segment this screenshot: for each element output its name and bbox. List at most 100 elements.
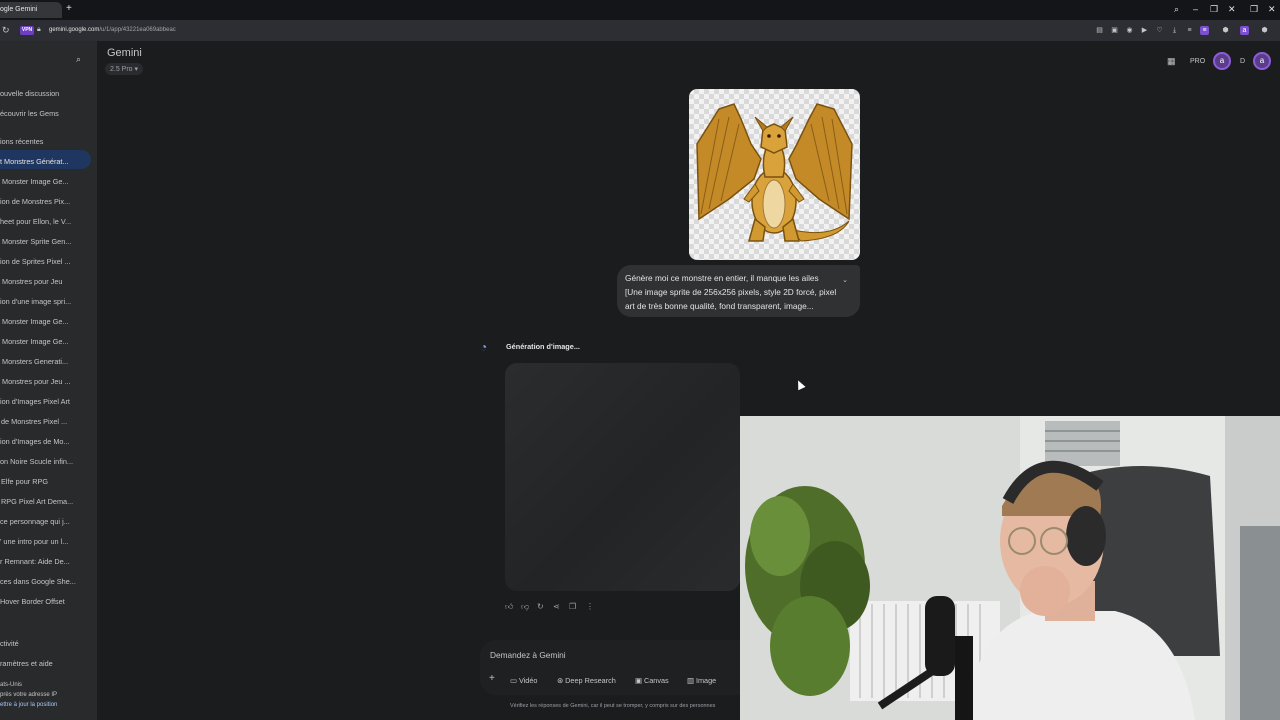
- image-placeholder: [505, 363, 740, 591]
- app-title: Gemini: [107, 47, 142, 59]
- model-selector[interactable]: 2.5 Pro ▾: [105, 63, 144, 75]
- sidebar-discover-gems[interactable]: écouvrir les Gems: [0, 109, 59, 118]
- pro-badge: PRO: [1190, 58, 1206, 65]
- tool-deep-research-label: Deep Research: [565, 676, 616, 685]
- menu-icon[interactable]: ≡: [1185, 26, 1194, 35]
- url-host: gemini.google.com: [49, 27, 100, 33]
- browser-tab-title: ogle Gemini: [0, 6, 38, 13]
- thumbs-down-icon[interactable]: 👎︎: [521, 602, 529, 612]
- url-path: /u/1/app/43221ea069abbeac: [99, 27, 176, 33]
- sidebar-item[interactable]: Hover Border Offset: [0, 597, 65, 606]
- sidebar-item[interactable]: ion de Sprites Pixel ...: [0, 257, 71, 266]
- copy-icon[interactable]: ❐: [569, 602, 576, 611]
- image-icon: ▥: [687, 676, 694, 685]
- tool-image-button[interactable]: ▥ Image: [687, 676, 716, 685]
- expand-chevron-icon[interactable]: ⌄: [842, 274, 848, 288]
- avatar[interactable]: a: [1213, 52, 1231, 70]
- sidebar-item[interactable]: ion d'Images de Mo...: [0, 437, 70, 446]
- browser-tab[interactable]: ogle Gemini: [0, 2, 62, 18]
- sidebar-item[interactable]: Monster Image Ge...: [2, 177, 69, 186]
- add-icon[interactable]: +: [489, 673, 495, 684]
- sidebar-item[interactable]: on Noire Scucle infin...: [0, 457, 73, 466]
- sidebar-item[interactable]: RPG Pixel Art Dema...: [1, 497, 73, 506]
- url-field[interactable]: gemini.google.com/u/1/app/43221ea069abbe…: [49, 27, 176, 33]
- location-update-link[interactable]: ettre à jour la position: [0, 702, 57, 708]
- restore-icon[interactable]: ❐: [1210, 4, 1218, 14]
- sidebar-item[interactable]: t Monstres Générat...: [0, 157, 69, 166]
- sidebar-item[interactable]: r Remnant: Aide De...: [0, 557, 70, 566]
- restore-icon-2[interactable]: ❐: [1250, 4, 1258, 14]
- sidebar-item[interactable]: Monstres pour Jeu ...: [2, 377, 71, 386]
- dragon-image: [696, 103, 853, 242]
- tool-canvas-label: Canvas: [643, 676, 669, 685]
- sidebar-item[interactable]: ' une intro pour un l...: [0, 537, 68, 546]
- tool-video-label: Vidéo: [518, 676, 538, 685]
- webcam-picture: [740, 416, 1280, 720]
- extension-icon[interactable]: ≡: [1200, 26, 1209, 35]
- sidebar-item[interactable]: Monster Image Ge...: [2, 337, 69, 346]
- share-icon[interactable]: ⋖: [553, 602, 560, 611]
- sidebar-item[interactable]: ion de Monstres Pix...: [0, 197, 70, 206]
- reader-icon[interactable]: ▤: [1095, 26, 1104, 35]
- camera-icon[interactable]: ◉: [1125, 26, 1134, 35]
- minimize-icon[interactable]: –: [1193, 4, 1198, 14]
- user-message: Génère moi ce monstre en entier, il manq…: [617, 265, 860, 317]
- webcam-overlay: [740, 416, 1280, 720]
- sidebar-item[interactable]: ces dans Google She...: [0, 577, 76, 586]
- canvas-icon: ▣: [635, 676, 642, 685]
- vpn-badge[interactable]: VPN: [20, 26, 34, 35]
- gemini-spinner-icon: ◔: [480, 340, 488, 354]
- sidebar-item[interactable]: heet pour Ellon, le V...: [0, 217, 71, 226]
- sidebar-item[interactable]: ion d'une image spri...: [0, 297, 71, 306]
- reload-icon[interactable]: ↻: [2, 25, 10, 36]
- play-icon[interactable]: ▶: [1140, 26, 1149, 35]
- sidebar-new-chat[interactable]: ouvelle discussion: [0, 89, 59, 98]
- prompt-input[interactable]: Demandez à Gemini + ▭ Vidéo ⊛ Deep Resea…: [480, 640, 740, 695]
- more-icon[interactable]: ⋮: [586, 602, 594, 611]
- sidebar-settings[interactable]: ramètres et aide: [0, 659, 53, 668]
- profile-icon[interactable]: a: [1240, 26, 1249, 35]
- attached-image[interactable]: [689, 89, 860, 260]
- gift-icon[interactable]: ▦: [1167, 56, 1176, 67]
- sidebar-item[interactable]: Monster Image Ge...: [2, 317, 69, 326]
- heart-icon[interactable]: ♡: [1155, 26, 1164, 35]
- extra-label: D: [1240, 58, 1246, 65]
- sidebar-item[interactable]: ce personnage qui j...: [0, 517, 70, 526]
- sidebar-recent-header: ions récentes: [0, 137, 44, 146]
- shield-icon[interactable]: ⬢: [1221, 26, 1230, 35]
- location-name: ats-Unis: [0, 682, 23, 688]
- tool-canvas-button[interactable]: ▣ Canvas: [635, 676, 669, 685]
- settings-icon[interactable]: ⬢: [1260, 26, 1269, 35]
- regenerate-icon[interactable]: ↻: [537, 602, 544, 611]
- lock-icon[interactable]: 🔒︎: [37, 26, 41, 34]
- search-icon[interactable]: ⌕: [76, 54, 81, 65]
- user-message-line: art de très bonne qualité, fond transpar…: [625, 301, 814, 311]
- location-ip: près votre adresse IP: [0, 692, 58, 698]
- sidebar-item[interactable]: Elfe pour RPG: [1, 477, 48, 486]
- tool-video-button[interactable]: ▭ Vidéo: [510, 676, 537, 685]
- tool-deep-research-button[interactable]: ⊛ Deep Research: [557, 676, 616, 685]
- close-icon[interactable]: ✕: [1268, 4, 1276, 14]
- deep-research-icon: ⊛: [557, 676, 564, 685]
- sidebar-item[interactable]: Monstres pour Jeu: [2, 277, 62, 286]
- search-tabs-icon[interactable]: ⌕: [1174, 4, 1179, 14]
- video-icon: ▭: [510, 676, 517, 685]
- sidebar: ⌕ ouvelle discussion écouvrir les Gems i…: [0, 41, 97, 720]
- sidebar-item[interactable]: ion d'Images Pixel Art: [0, 397, 70, 406]
- close-window-icon[interactable]: ✕: [1228, 4, 1236, 14]
- new-tab-icon[interactable]: +: [66, 4, 76, 14]
- sidebar-item[interactable]: Monster Sprite Gen...: [2, 237, 71, 246]
- tab-icon[interactable]: ▣: [1110, 26, 1119, 35]
- disclaimer: Vérifiez les réponses de Gemini, car il …: [510, 703, 716, 709]
- user-message-line: Génère moi ce monstre en entier, il manq…: [625, 273, 819, 283]
- user-message-line: [Une image sprite de 256x256 pixels, sty…: [625, 287, 837, 297]
- sidebar-item[interactable]: Monsters Generati...: [2, 357, 68, 366]
- download-icon[interactable]: ⤓: [1170, 26, 1179, 35]
- thumbs-up-icon[interactable]: 👍︎: [505, 602, 513, 612]
- model-label: 2.5 Pro: [110, 66, 133, 73]
- sidebar-activity[interactable]: ctivité: [0, 639, 19, 648]
- browser-tab-bar: ogle Gemini + ⌕ – ❐ ✕ ❐ ✕: [0, 0, 1280, 20]
- account-avatar[interactable]: a: [1253, 52, 1271, 70]
- sidebar-item[interactable]: de Monstres Pixel ...: [1, 417, 67, 426]
- chevron-down-icon: ▾: [134, 66, 139, 73]
